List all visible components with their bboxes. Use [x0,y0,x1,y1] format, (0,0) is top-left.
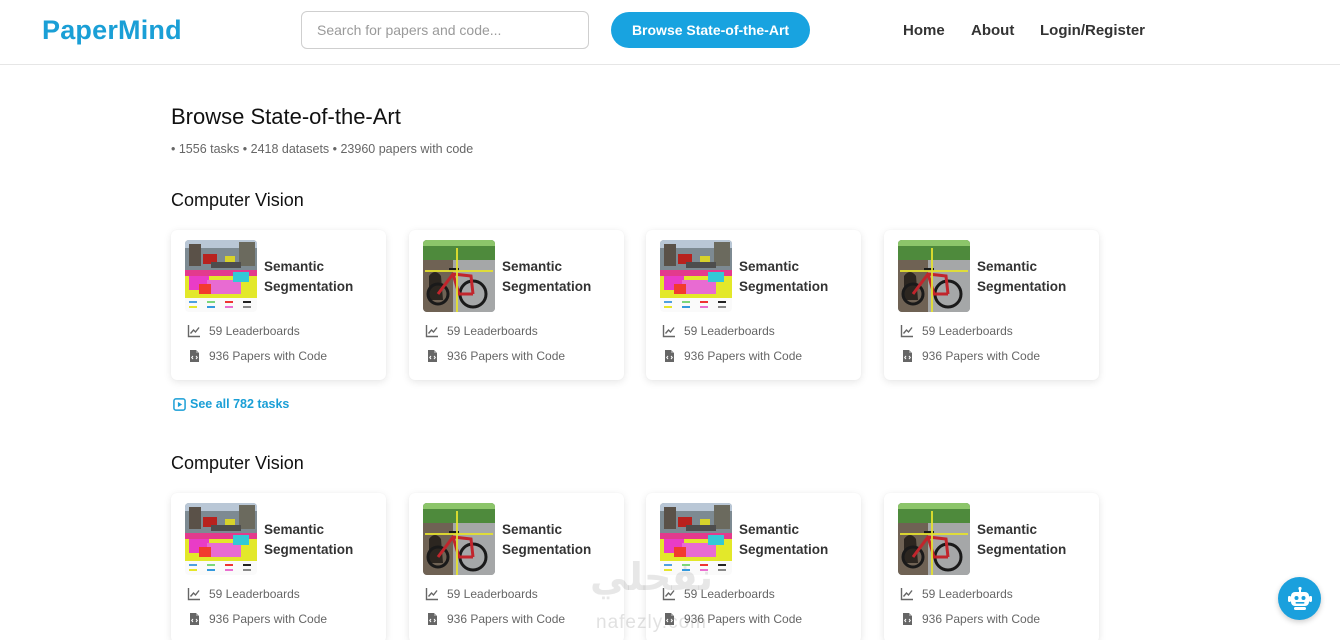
task-thumbnail-image [423,503,495,575]
task-thumbnail-image [898,503,970,575]
watermark: نفحلي [590,557,713,599]
task-card[interactable]: Semantic Segmentation 59 Leaderboards 93… [884,493,1099,640]
leaderboards-label: 59 Leaderboards [922,587,1013,601]
leaderboards-label: 59 Leaderboards [209,587,300,601]
leaderboards-count: 59 Leaderboards [425,324,538,338]
see-all-tasks-link[interactable]: See all 782 tasks [173,397,289,411]
leaderboards-count: 59 Leaderboards [187,324,300,338]
leaderboards-label: 59 Leaderboards [447,324,538,338]
leaderboards-count: 59 Leaderboards [662,324,775,338]
task-thumbnail-image [185,503,257,575]
papers-with-code-count: 936 Papers with Code [900,612,1040,626]
task-title[interactable]: Semantic Segmentation [502,257,620,297]
section-title: Computer Vision [171,190,304,210]
leaderboards-count: 59 Leaderboards [187,587,300,601]
papers-with-code-count: 936 Papers with Code [425,612,565,626]
leaderboards-label: 59 Leaderboards [209,324,300,338]
stats-summary: • 1556 tasks • 2418 datasets • 23960 pap… [171,142,474,156]
line-chart-icon [900,588,913,601]
task-thumbnail-image [898,240,970,312]
file-code-icon [190,613,199,625]
task-thumbnail[interactable] [898,240,970,312]
leaderboards-count: 59 Leaderboards [425,587,538,601]
robot-icon [1287,586,1312,610]
file-code-icon [903,613,912,625]
logo[interactable]: PaperMind [42,15,182,46]
papers-with-code-count: 936 Papers with Code [187,349,327,363]
line-chart-icon [662,325,675,338]
task-title[interactable]: Semantic Segmentation [264,520,382,560]
papers-with-code-label: 936 Papers with Code [922,349,1041,363]
browse-sota-button[interactable]: Browse State-of-the-Art [611,12,810,48]
task-title[interactable]: Semantic Segmentation [739,257,857,297]
nav-home-link[interactable]: Home [903,22,945,39]
task-thumbnail-image [423,240,495,312]
task-title[interactable]: Semantic Segmentation [977,520,1095,560]
watermark-sub: nafezly.com [596,612,707,633]
task-thumbnail[interactable] [423,240,495,312]
task-thumbnail[interactable] [185,240,257,312]
file-code-icon [428,613,437,625]
task-card[interactable]: Semantic Segmentation 59 Leaderboards 93… [646,230,861,380]
papers-with-code-count: 936 Papers with Code [425,349,565,363]
papers-with-code-label: 936 Papers with Code [684,349,803,363]
task-card[interactable]: Semantic Segmentation 59 Leaderboards 93… [409,230,624,380]
line-chart-icon [900,325,913,338]
task-thumbnail[interactable] [660,240,732,312]
top-navbar: PaperMind Browse State-of-the-Art Home A… [0,0,1340,65]
search-input[interactable] [301,11,589,49]
nav-login-register-link[interactable]: Login/Register [1040,22,1145,39]
task-thumbnail-image [660,240,732,312]
papers-with-code-label: 936 Papers with Code [922,612,1041,626]
papers-with-code-label: 936 Papers with Code [447,612,566,626]
task-title[interactable]: Semantic Segmentation [977,257,1095,297]
task-thumbnail-image [185,240,257,312]
leaderboards-count: 59 Leaderboards [900,324,1013,338]
task-card[interactable]: Semantic Segmentation 59 Leaderboards 93… [171,230,386,380]
play-square-icon [173,397,186,411]
papers-with-code-count: 936 Papers with Code [187,612,327,626]
file-code-icon [903,350,912,362]
papers-with-code-label: 936 Papers with Code [447,349,566,363]
nav-about-link[interactable]: About [971,22,1014,39]
line-chart-icon [187,325,200,338]
file-code-icon [190,350,199,362]
task-title[interactable]: Semantic Segmentation [502,520,620,560]
papers-with-code-label: 936 Papers with Code [209,349,328,363]
task-thumbnail[interactable] [185,503,257,575]
see-all-label: See all 782 tasks [190,397,290,411]
papers-with-code-label: 936 Papers with Code [209,612,328,626]
papers-with-code-count: 936 Papers with Code [662,349,802,363]
chat-bot-button[interactable] [1278,577,1321,620]
leaderboards-label: 59 Leaderboards [684,324,775,338]
task-thumbnail[interactable] [898,503,970,575]
leaderboards-label: 59 Leaderboards [922,324,1013,338]
task-title[interactable]: Semantic Segmentation [739,520,857,560]
page-title: Browse State-of-the-Art [171,104,401,129]
file-code-icon [428,350,437,362]
task-title[interactable]: Semantic Segmentation [264,257,382,297]
line-chart-icon [425,588,438,601]
leaderboards-label: 59 Leaderboards [447,587,538,601]
task-thumbnail[interactable] [423,503,495,575]
papers-with-code-count: 936 Papers with Code [900,349,1040,363]
leaderboards-count: 59 Leaderboards [900,587,1013,601]
file-code-icon [665,350,674,362]
line-chart-icon [425,325,438,338]
task-card[interactable]: Semantic Segmentation 59 Leaderboards 93… [884,230,1099,380]
task-card[interactable]: Semantic Segmentation 59 Leaderboards 93… [171,493,386,640]
line-chart-icon [187,588,200,601]
section-title: Computer Vision [171,453,304,473]
